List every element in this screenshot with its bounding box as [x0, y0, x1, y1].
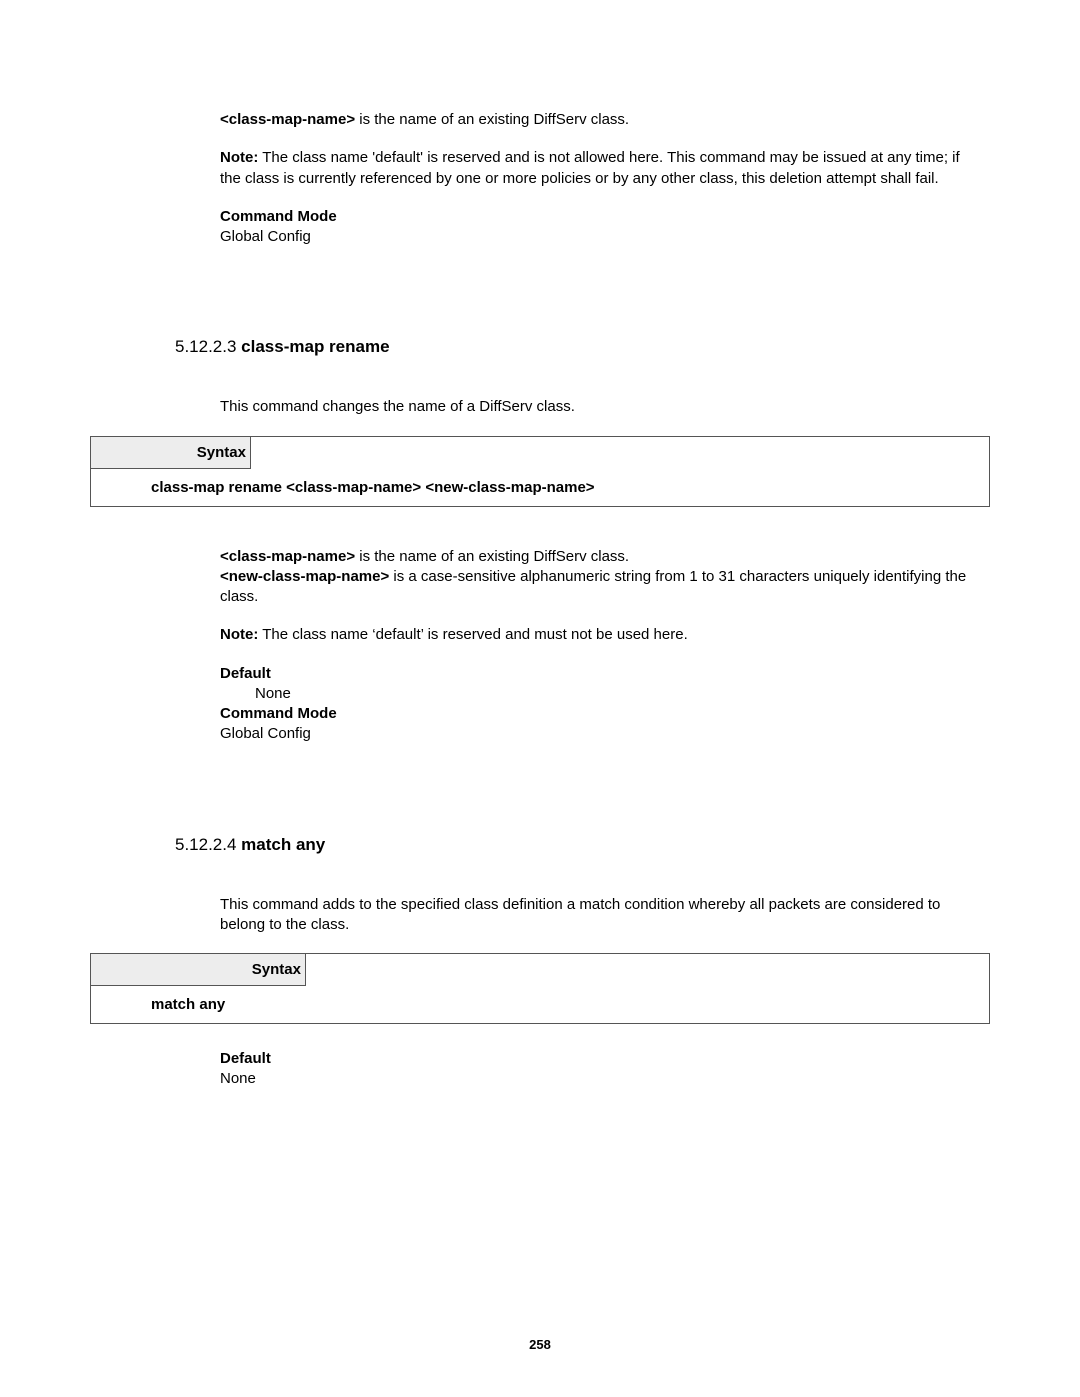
param-line: <class-map-name> is the name of an exist… — [220, 547, 980, 567]
note-text: The class name 'default' is reserved and… — [220, 149, 960, 186]
section-title: class-map rename — [241, 337, 389, 356]
param-line: <new-class-map-name> is a case-sensitive… — [220, 567, 980, 608]
section-number: 5.12.2.3 — [175, 337, 241, 356]
syntax-command: class-map rename <class-map-name> <new-c… — [91, 469, 989, 506]
page-number: 258 — [0, 1337, 1080, 1352]
command-mode-value: Global Config — [220, 724, 980, 744]
syntax-label: Syntax — [91, 954, 306, 986]
section-number: 5.12.2.4 — [175, 835, 241, 854]
param-name: <new-class-map-name> — [220, 568, 389, 585]
section-heading: 5.12.2.4 match any — [175, 835, 990, 855]
command-mode-label: Command Mode — [220, 704, 980, 724]
command-mode-block: Command Mode Global Config — [220, 704, 980, 745]
default-label: Default — [220, 1049, 980, 1069]
note-label: Note: — [220, 149, 258, 166]
note-text: The class name ‘default’ is reserved and… — [258, 626, 687, 643]
param-desc: is the name of an existing DiffServ clas… — [355, 111, 629, 128]
command-mode-value: Global Config — [220, 227, 980, 247]
param-line: <class-map-name> is the name of an exist… — [220, 110, 980, 130]
default-value: None — [220, 1069, 980, 1089]
note-line: Note: The class name 'default' is reserv… — [220, 148, 980, 189]
note-label: Note: — [220, 626, 258, 643]
section-title: match any — [241, 835, 325, 854]
default-label: Default — [220, 664, 980, 684]
syntax-table: Syntax match any — [90, 953, 990, 1024]
section-intro: This command changes the name of a DiffS… — [220, 397, 980, 417]
section-heading: 5.12.2.3 class-map rename — [175, 337, 990, 357]
default-block: Default None — [220, 1049, 980, 1090]
default-block: Default None — [220, 664, 980, 705]
default-value: None — [255, 684, 980, 704]
command-mode-label: Command Mode — [220, 207, 980, 227]
param-desc: is the name of an existing DiffServ clas… — [355, 548, 629, 565]
syntax-command: match any — [91, 986, 989, 1023]
param-name: <class-map-name> — [220, 111, 355, 128]
syntax-label: Syntax — [91, 437, 251, 469]
param-name: <class-map-name> — [220, 548, 355, 565]
syntax-table: Syntax class-map rename <class-map-name>… — [90, 436, 990, 507]
command-mode-block: Command Mode Global Config — [220, 207, 980, 248]
section-intro: This command adds to the specified class… — [220, 895, 980, 936]
note-line: Note: The class name ‘default’ is reserv… — [220, 625, 980, 645]
